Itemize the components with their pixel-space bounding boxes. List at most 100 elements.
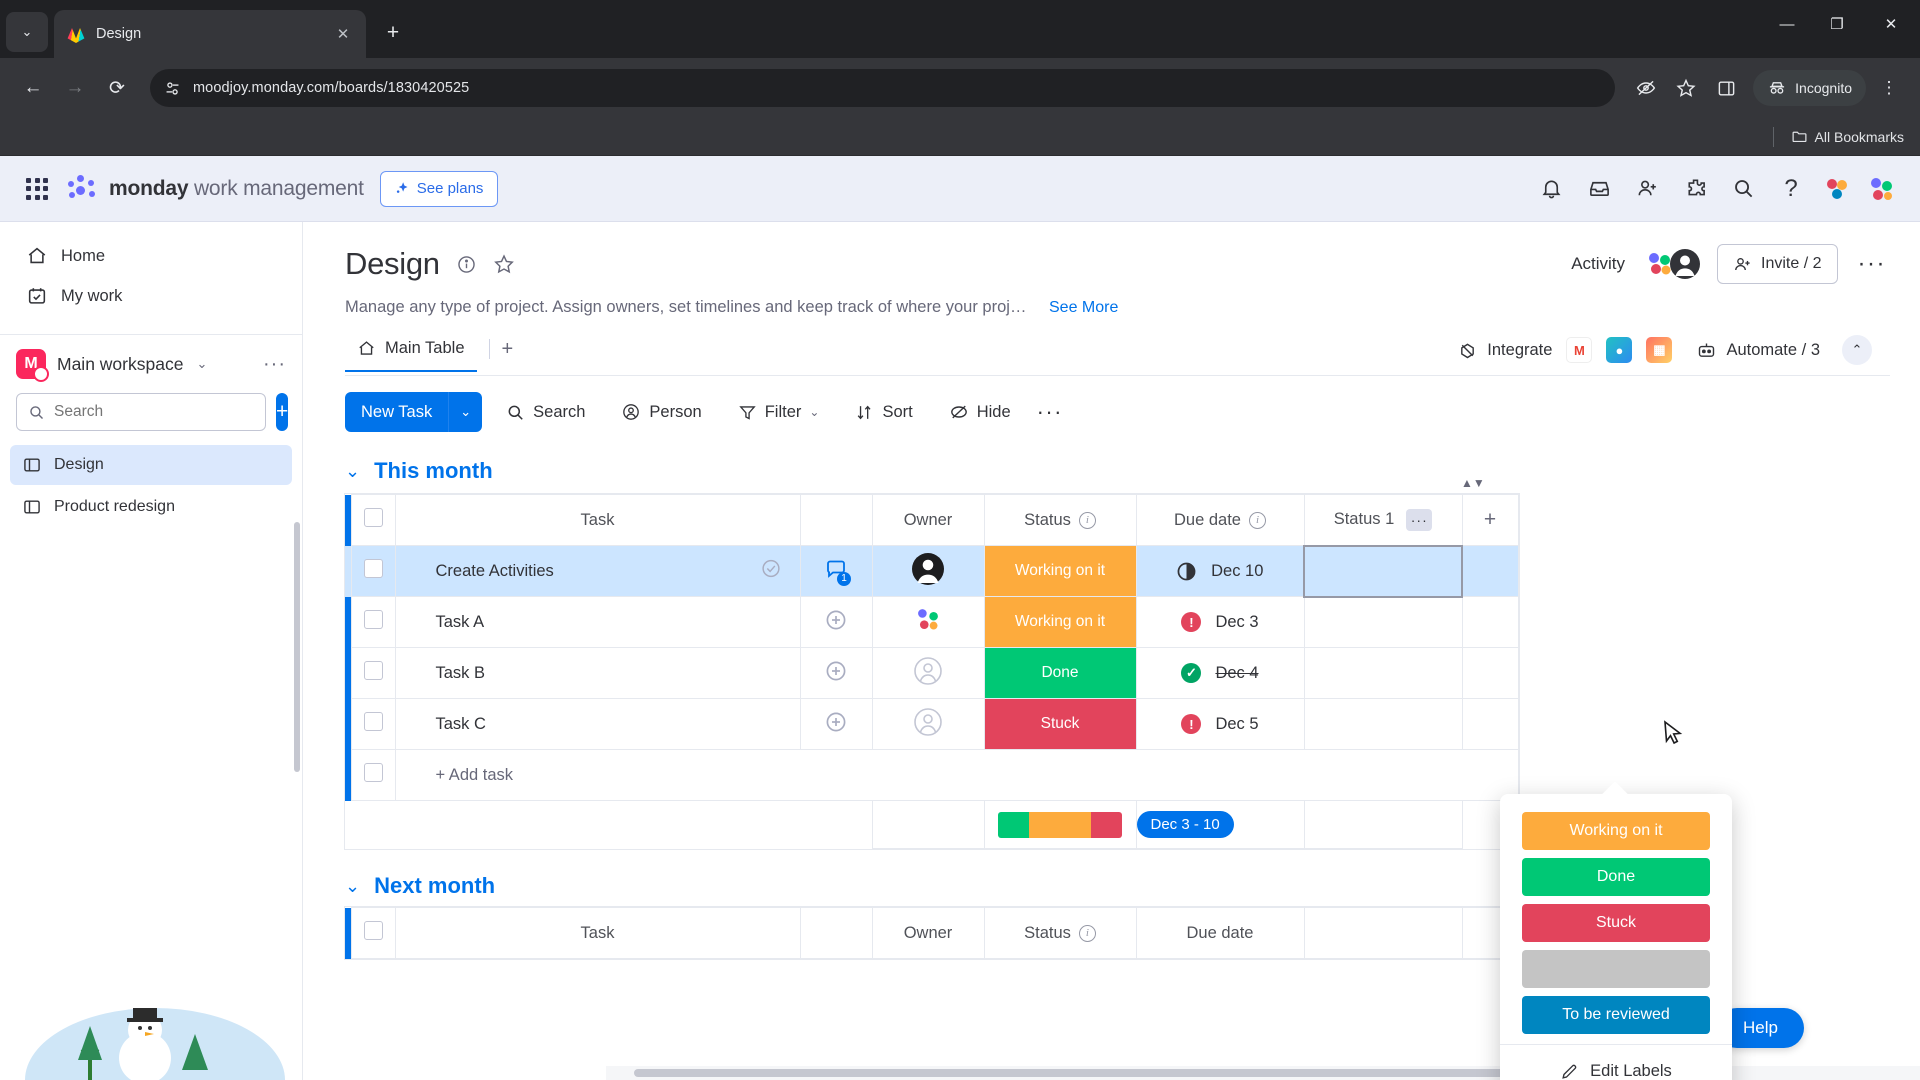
messages-cell[interactable]: 1 <box>799 545 873 597</box>
column-header-status1[interactable]: Status 1 ··· <box>1303 494 1463 546</box>
browser-tab[interactable]: Design ✕ <box>54 10 366 58</box>
sidebar-board-design[interactable]: Design <box>10 445 292 485</box>
messages-cell[interactable] <box>799 647 873 699</box>
add-comment-icon[interactable] <box>824 608 848 632</box>
owner-cell[interactable] <box>871 545 985 597</box>
due-date-cell[interactable]: ! Dec 3 <box>1135 596 1305 648</box>
status-option-to-be-reviewed[interactable]: To be reviewed <box>1522 996 1710 1034</box>
invite-members-icon[interactable] <box>1628 170 1666 208</box>
account-avatar[interactable] <box>1864 172 1898 206</box>
status-cell[interactable]: Done <box>983 647 1137 699</box>
incognito-indicator[interactable]: Incognito <box>1753 70 1866 106</box>
filter-button[interactable]: Filter ⌄ <box>726 393 832 431</box>
task-name-cell[interactable]: Task B <box>394 647 801 699</box>
new-task-button[interactable]: New Task ⌄ <box>345 392 483 432</box>
forward-icon[interactable]: → <box>56 69 94 107</box>
task-complete-icon[interactable] <box>760 558 782 585</box>
add-board-button[interactable]: + <box>276 393 289 431</box>
sidebar-board-product-redesign[interactable]: Product redesign <box>10 487 292 527</box>
apps-grid-icon[interactable] <box>22 174 52 204</box>
collapse-header-button[interactable]: ⌃ <box>1842 335 1872 365</box>
search-icon[interactable] <box>1724 170 1762 208</box>
new-tab-button[interactable]: + <box>376 16 410 50</box>
messages-cell[interactable] <box>799 698 873 750</box>
tab-search-button[interactable]: ⌄ <box>6 12 48 52</box>
info-icon[interactable] <box>456 254 477 275</box>
status-label[interactable]: Working on it <box>984 597 1136 647</box>
chevron-down-icon[interactable]: ⌄ <box>448 392 482 432</box>
add-comment-icon[interactable] <box>824 710 848 734</box>
table-row[interactable]: Task A Working on it ! Dec 3 <box>345 596 1519 648</box>
invite-button[interactable]: Invite / 2 <box>1717 244 1838 284</box>
status-label[interactable]: Stuck <box>984 699 1136 749</box>
table-row[interactable]: Create Activities 1 Working on it Dec 10 <box>345 544 1519 598</box>
user-activity-avatar[interactable] <box>1820 172 1854 206</box>
date-summary-cell[interactable]: Dec 3 - 10 <box>1135 800 1305 849</box>
avatar[interactable] <box>1669 248 1701 280</box>
apps-puzzle-icon[interactable] <box>1676 170 1714 208</box>
minimize-icon[interactable]: — <box>1762 0 1812 48</box>
status-cell[interactable]: Working on it <box>983 596 1137 648</box>
browser-menu-icon[interactable]: ⋮ <box>1872 71 1906 105</box>
reload-icon[interactable]: ⟳ <box>98 69 136 107</box>
sidebar-search-field[interactable] <box>54 403 254 421</box>
due-date-cell[interactable]: ! Dec 5 <box>1135 698 1305 750</box>
column-header-owner[interactable]: Owner <box>871 907 985 959</box>
avatar[interactable] <box>911 552 945 586</box>
add-column-button[interactable]: + <box>1461 494 1519 546</box>
row-checkbox[interactable] <box>363 610 383 629</box>
owner-cell[interactable] <box>871 698 985 750</box>
status-option-done[interactable]: Done <box>1522 858 1710 896</box>
avatar-empty-icon[interactable] <box>913 656 943 686</box>
address-bar[interactable]: moodjoy.monday.com/boards/1830420525 <box>150 69 1616 107</box>
favorite-star-icon[interactable] <box>493 253 515 275</box>
column-header-owner[interactable]: Owner <box>871 494 985 546</box>
owner-cell[interactable] <box>871 596 985 648</box>
status1-cell[interactable] <box>1303 698 1463 750</box>
close-icon[interactable]: ✕ <box>332 23 354 45</box>
gmail-app-icon[interactable]: M <box>1566 337 1593 363</box>
automate-button[interactable]: Automate / 3 <box>1696 340 1820 361</box>
eye-off-icon[interactable] <box>1629 71 1663 105</box>
select-all-checkbox[interactable] <box>363 921 383 940</box>
task-name-cell[interactable]: Task A <box>394 596 801 648</box>
activity-avatars[interactable] <box>1643 248 1701 280</box>
maximize-icon[interactable]: ❐ <box>1812 0 1862 48</box>
site-settings-icon[interactable] <box>164 80 181 97</box>
column-header-status[interactable]: Status i <box>983 907 1137 959</box>
info-icon[interactable]: i <box>1078 924 1096 942</box>
chevron-down-icon[interactable]: ⌄ <box>196 356 207 372</box>
inbox-icon[interactable] <box>1580 170 1618 208</box>
status-option-empty[interactable] <box>1522 950 1710 988</box>
chevron-down-icon[interactable]: ⌄ <box>345 876 360 897</box>
due-date-cell[interactable]: ✓ Dec 4 <box>1135 647 1305 699</box>
info-icon[interactable]: i <box>1078 511 1096 529</box>
sidebar-scrollbar[interactable] <box>294 522 300 772</box>
chat-bubble-icon[interactable]: 1 <box>824 557 851 586</box>
status-cell[interactable]: Stuck <box>983 698 1137 750</box>
column-header-status1[interactable] <box>1303 907 1463 959</box>
add-comment-icon[interactable] <box>824 659 848 683</box>
column-header-task[interactable]: Task <box>394 907 801 959</box>
window-close-icon[interactable]: ✕ <box>1862 0 1920 48</box>
column-menu-icon[interactable]: ··· <box>1406 508 1433 531</box>
owner-cell[interactable] <box>871 647 985 699</box>
info-icon[interactable]: i <box>1248 511 1266 529</box>
messages-cell[interactable] <box>799 596 873 648</box>
workspace-selector[interactable]: M Main workspace ⌄ ··· <box>0 335 302 389</box>
sort-button[interactable]: Sort <box>843 393 924 431</box>
row-checkbox[interactable] <box>363 661 383 680</box>
person-filter-button[interactable]: Person <box>609 393 713 431</box>
calendar-app-icon[interactable]: ▦ <box>1646 337 1673 363</box>
column-header-status[interactable]: Status i <box>983 494 1137 546</box>
board-more-menu-icon[interactable]: ··· <box>1854 250 1890 278</box>
task-name-cell[interactable]: Task C <box>394 698 801 750</box>
see-plans-button[interactable]: See plans <box>379 170 499 207</box>
status1-cell[interactable] <box>1303 596 1463 648</box>
integrate-button[interactable]: Integrate <box>1457 340 1552 361</box>
status-label[interactable]: Done <box>984 648 1136 698</box>
chevron-down-icon[interactable]: ⌄ <box>809 405 819 419</box>
add-view-button[interactable]: + <box>502 338 514 373</box>
see-more-link[interactable]: See More <box>1049 299 1118 317</box>
avatar-empty-icon[interactable] <box>913 707 943 737</box>
